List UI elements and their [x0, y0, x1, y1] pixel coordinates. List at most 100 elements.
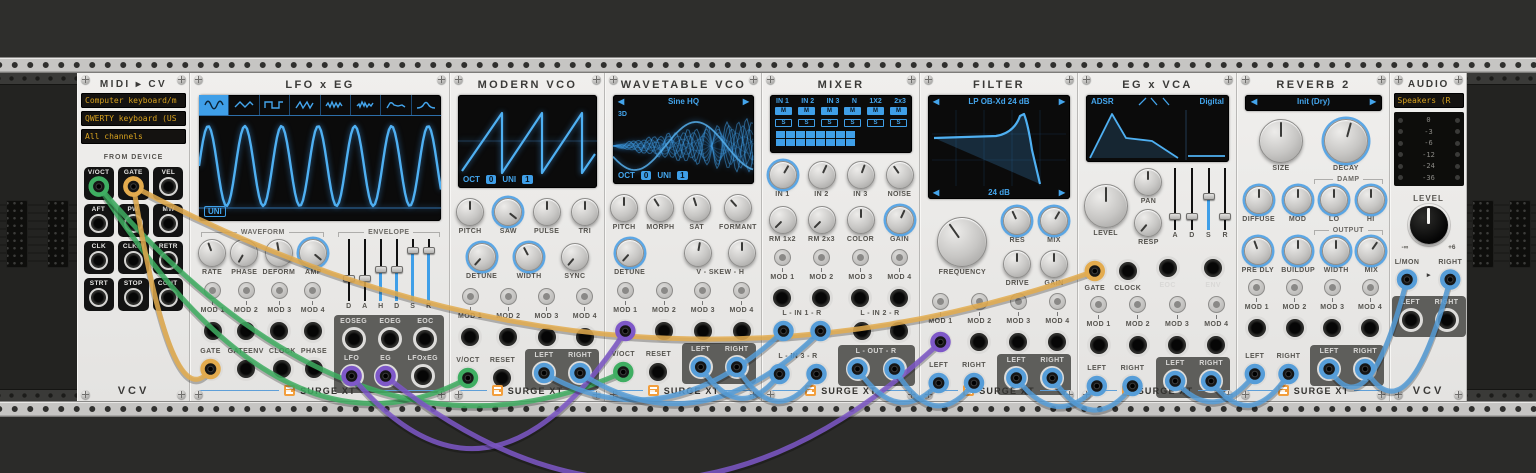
- knob-gain[interactable]: [885, 206, 914, 234]
- mod-knob-mod-1[interactable]: [773, 249, 791, 266]
- lfo-waveform-tab-bump[interactable]: [412, 95, 441, 115]
- mod-jack-mod-2[interactable]: [496, 325, 521, 349]
- audio-level-knob[interactable]: [1409, 205, 1448, 244]
- mod-jack-mod-3[interactable]: [1006, 330, 1031, 354]
- mod-jack-mod-3[interactable]: [267, 319, 292, 343]
- mod-jack-mod-2[interactable]: [1125, 333, 1150, 357]
- knob-pitch[interactable]: [456, 198, 485, 226]
- jack-cont[interactable]: [158, 288, 178, 307]
- mod-knob-mod-1[interactable]: [461, 288, 479, 305]
- jack-left[interactable]: [1242, 362, 1267, 386]
- knob-pre-dly[interactable]: [1243, 237, 1272, 265]
- mod-jack-mod-1[interactable]: [613, 319, 638, 343]
- jack-clk[interactable]: [89, 251, 109, 270]
- knob-res[interactable]: [1003, 207, 1032, 235]
- knob-hi[interactable]: [1356, 186, 1385, 214]
- slider-handle[interactable]: [390, 266, 403, 273]
- uni-badge[interactable]: UNI: [204, 206, 226, 217]
- prev-preset-arrow[interactable]: ◀: [1251, 97, 1257, 106]
- oct-value[interactable]: 0: [485, 175, 497, 184]
- mod-jack-mod-4[interactable]: [1045, 330, 1070, 354]
- slider-r[interactable]: [422, 239, 435, 301]
- jack-gate[interactable]: [123, 177, 143, 196]
- knob-formant[interactable]: [723, 194, 752, 222]
- jack-eoseg[interactable]: [341, 327, 366, 351]
- mod-jack-mod-3[interactable]: [534, 325, 559, 349]
- mod-jack-mod-3[interactable]: [1320, 316, 1345, 340]
- solo-button-3[interactable]: S: [821, 119, 838, 127]
- jack-right[interactable]: [1353, 357, 1378, 381]
- mod-knob-mod-4[interactable]: [890, 249, 908, 266]
- mute-button-3[interactable]: M: [821, 107, 838, 115]
- jack-left[interactable]: [532, 361, 557, 385]
- solo-button-5[interactable]: S: [867, 119, 884, 127]
- jack-eoeg[interactable]: [378, 327, 403, 351]
- mod-jack-mod-4[interactable]: [887, 286, 912, 310]
- mod-knob-mod-1[interactable]: [1248, 279, 1266, 296]
- mod-knob-mod-2[interactable]: [1129, 296, 1147, 313]
- slider-h[interactable]: [374, 239, 387, 301]
- midi-channel-display[interactable]: All channels: [81, 129, 186, 144]
- mod-jack-mod-2[interactable]: [967, 330, 992, 354]
- jack-gate[interactable]: [198, 357, 223, 381]
- jack-left[interactable]: [1398, 307, 1423, 332]
- mod-knob-mod-4[interactable]: [1207, 296, 1225, 313]
- mod-jack-mod-1[interactable]: [770, 286, 795, 310]
- knob-saw[interactable]: [494, 198, 523, 226]
- lfo-waveform-tab-sine[interactable]: [199, 95, 230, 115]
- knob-detune[interactable]: [615, 239, 644, 267]
- mod-jack-mod-4[interactable]: [300, 319, 325, 343]
- jack-phase[interactable]: [301, 357, 326, 381]
- lfo-waveform-tab-tri[interactable]: [229, 95, 260, 115]
- jack-v-oct[interactable]: [611, 360, 636, 384]
- mod-jack-mod-4[interactable]: [1204, 333, 1229, 357]
- jack-right[interactable]: [1276, 362, 1301, 386]
- mod-knob-mod-4[interactable]: [1048, 293, 1066, 310]
- jack-retr[interactable]: [158, 251, 178, 270]
- knob-phase[interactable]: [230, 239, 259, 267]
- knob-gain[interactable]: [1039, 250, 1068, 278]
- knob-noise[interactable]: [885, 161, 914, 189]
- slider-handle[interactable]: [1202, 193, 1215, 200]
- filter-type[interactable]: LP OB-Xd 24 dB: [968, 97, 1029, 106]
- filter-slope[interactable]: 24 dB: [988, 188, 1010, 197]
- pair-jack-r[interactable]: [886, 319, 911, 343]
- mod-knob-mod-1[interactable]: [931, 293, 949, 310]
- knob-pitch[interactable]: [610, 194, 639, 222]
- pair-jack-l[interactable]: [767, 362, 792, 386]
- mute-button-6[interactable]: M: [890, 107, 907, 115]
- knob-lo[interactable]: [1320, 186, 1349, 214]
- mod-jack-mod-3[interactable]: [1165, 333, 1190, 357]
- slider-handle[interactable]: [1219, 213, 1232, 220]
- jack-clk-n[interactable]: [123, 251, 143, 270]
- mod-jack-mod-1[interactable]: [1086, 333, 1111, 357]
- knob-mod[interactable]: [1283, 186, 1312, 214]
- slider-s[interactable]: [1202, 168, 1215, 230]
- solo-button-6[interactable]: S: [890, 119, 907, 127]
- knob-rm-1x2[interactable]: [768, 206, 797, 234]
- knob-amp[interactable]: [299, 239, 328, 267]
- jack-right[interactable]: [568, 361, 593, 385]
- jack-right[interactable]: [1434, 307, 1459, 332]
- jack-l-mon[interactable]: [1395, 267, 1420, 292]
- mod-knob-mod-4[interactable]: [1361, 279, 1379, 296]
- knob-level[interactable]: [1083, 184, 1128, 228]
- lfo-waveform-tab-env[interactable]: [381, 95, 412, 115]
- next-preset-arrow[interactable]: ▶: [1370, 97, 1376, 106]
- eg-mode[interactable]: Digital: [1200, 97, 1224, 106]
- solo-button-2[interactable]: S: [798, 119, 815, 127]
- jack-left[interactable]: [1317, 357, 1342, 381]
- knob-frequency[interactable]: [937, 217, 988, 267]
- mute-button-2[interactable]: M: [798, 107, 815, 115]
- slider-a[interactable]: [358, 239, 371, 301]
- mod-knob-mod-1[interactable]: [204, 282, 222, 299]
- slider-r[interactable]: [1219, 168, 1232, 230]
- prev-filter-arrow[interactable]: ◀: [933, 97, 939, 106]
- jack-eoc[interactable]: [1155, 256, 1180, 280]
- knob-in-3[interactable]: [846, 161, 875, 189]
- adsr-mode[interactable]: ADSR: [1091, 97, 1114, 106]
- jack-gate[interactable]: [1082, 259, 1107, 283]
- knob-color[interactable]: [846, 206, 875, 234]
- knob-rate[interactable]: [198, 239, 227, 267]
- jack-vel[interactable]: [158, 177, 178, 196]
